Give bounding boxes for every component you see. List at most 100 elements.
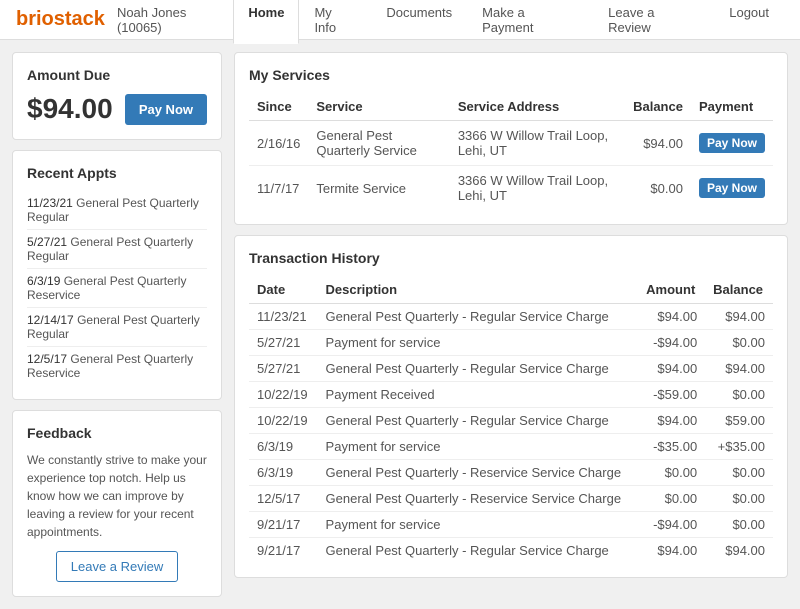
services-cell-payment: Pay Now — [691, 121, 773, 166]
tx-row: 9/21/17 General Pest Quarterly - Regular… — [249, 538, 773, 564]
tx-row: 12/5/17 General Pest Quarterly - Reservi… — [249, 486, 773, 512]
tx-cell-balance: +$35.00 — [705, 434, 773, 460]
tx-cell-balance: $59.00 — [705, 408, 773, 434]
services-col-payment: Payment — [691, 93, 773, 121]
amount-due-title: Amount Due — [27, 67, 207, 83]
tx-col-balance: Balance — [705, 276, 773, 304]
tx-row: 10/22/19 General Pest Quarterly - Regula… — [249, 408, 773, 434]
tx-cell-date: 5/27/21 — [249, 330, 318, 356]
tx-cell-amount: -$94.00 — [638, 512, 705, 538]
logo: briostack — [16, 8, 105, 31]
services-header-row: Since Service Service Address Balance Pa… — [249, 93, 773, 121]
appt-item: 12/5/17 General Pest Quarterly Reservice — [27, 347, 207, 385]
tx-cell-date: 12/5/17 — [249, 486, 318, 512]
tx-cell-amount: $94.00 — [638, 538, 705, 564]
appt-date: 6/3/19 — [27, 274, 60, 288]
nav-item-make-a-payment[interactable]: Make a Payment — [467, 0, 593, 44]
tx-cell-amount: $94.00 — [638, 356, 705, 382]
my-services-card: My Services Since Service Service Addres… — [234, 52, 788, 225]
tx-cell-amount: -$94.00 — [638, 330, 705, 356]
tx-row: 6/3/19 General Pest Quarterly - Reservic… — [249, 460, 773, 486]
tx-cell-balance: $94.00 — [705, 304, 773, 330]
services-cell-since: 2/16/16 — [249, 121, 308, 166]
tx-cell-amount: $94.00 — [638, 304, 705, 330]
appt-item: 12/14/17 General Pest Quarterly Regular — [27, 308, 207, 347]
appt-date: 5/27/21 — [27, 235, 67, 249]
nav: HomeMy InfoDocumentsMake a PaymentLeave … — [233, 0, 784, 44]
header: briostack Noah Jones (10065) HomeMy Info… — [0, 0, 800, 40]
services-cell-service: General Pest Quarterly Service — [308, 121, 449, 166]
tx-cell-description: General Pest Quarterly - Reservice Servi… — [318, 460, 639, 486]
appt-item: 5/27/21 General Pest Quarterly Regular — [27, 230, 207, 269]
tx-cell-date: 10/22/19 — [249, 382, 318, 408]
services-cell-address: 3366 W Willow Trail Loop, Lehi, UT — [450, 121, 625, 166]
services-cell-since: 11/7/17 — [249, 166, 308, 211]
tx-cell-date: 9/21/17 — [249, 538, 318, 564]
main-content: Amount Due $94.00 Pay Now Recent Appts 1… — [0, 40, 800, 609]
my-services-title: My Services — [249, 67, 773, 83]
recent-appts-title: Recent Appts — [27, 165, 207, 181]
tx-cell-balance: $0.00 — [705, 330, 773, 356]
tx-col-amount: Amount — [638, 276, 705, 304]
tx-row: 5/27/21 Payment for service -$94.00 $0.0… — [249, 330, 773, 356]
tx-row: 11/23/21 General Pest Quarterly - Regula… — [249, 304, 773, 330]
tx-cell-date: 6/3/19 — [249, 460, 318, 486]
leave-review-button[interactable]: Leave a Review — [56, 551, 179, 582]
tx-cell-date: 5/27/21 — [249, 356, 318, 382]
services-col-service: Service — [308, 93, 449, 121]
tx-cell-balance: $0.00 — [705, 486, 773, 512]
feedback-title: Feedback — [27, 425, 207, 441]
services-cell-service: Termite Service — [308, 166, 449, 211]
tx-cell-amount: $0.00 — [638, 486, 705, 512]
left-panel: Amount Due $94.00 Pay Now Recent Appts 1… — [12, 52, 222, 597]
transaction-history-card: Transaction History Date Description Amo… — [234, 235, 788, 578]
nav-item-logout[interactable]: Logout — [714, 0, 784, 44]
tx-cell-date: 6/3/19 — [249, 434, 318, 460]
nav-item-leave-a-review[interactable]: Leave a Review — [593, 0, 714, 44]
right-panel: My Services Since Service Service Addres… — [234, 52, 788, 597]
tx-cell-description: General Pest Quarterly - Regular Service… — [318, 356, 639, 382]
services-cell-address: 3366 W Willow Trail Loop, Lehi, UT — [450, 166, 625, 211]
tx-tbody: 11/23/21 General Pest Quarterly - Regula… — [249, 304, 773, 564]
tx-cell-description: Payment for service — [318, 512, 639, 538]
services-cell-balance: $0.00 — [625, 166, 691, 211]
tx-header-row: Date Description Amount Balance — [249, 276, 773, 304]
services-cell-balance: $94.00 — [625, 121, 691, 166]
services-pay-button[interactable]: Pay Now — [699, 178, 765, 198]
services-row: 2/16/16 General Pest Quarterly Service 3… — [249, 121, 773, 166]
appt-date: 12/5/17 — [27, 352, 67, 366]
appts-list: 11/23/21 General Pest Quarterly Regular5… — [27, 191, 207, 385]
tx-cell-date: 9/21/17 — [249, 512, 318, 538]
nav-item-documents[interactable]: Documents — [371, 0, 467, 44]
services-col-balance: Balance — [625, 93, 691, 121]
transaction-history-title: Transaction History — [249, 250, 773, 266]
appt-item: 11/23/21 General Pest Quarterly Regular — [27, 191, 207, 230]
pay-now-button[interactable]: Pay Now — [125, 94, 207, 125]
tx-cell-description: General Pest Quarterly - Reservice Servi… — [318, 486, 639, 512]
tx-cell-balance: $94.00 — [705, 538, 773, 564]
nav-item-my-info[interactable]: My Info — [299, 0, 371, 44]
transaction-table: Date Description Amount Balance 11/23/21… — [249, 276, 773, 563]
tx-cell-amount: $0.00 — [638, 460, 705, 486]
tx-cell-date: 10/22/19 — [249, 408, 318, 434]
amount-due-card: Amount Due $94.00 Pay Now — [12, 52, 222, 140]
services-tbody: 2/16/16 General Pest Quarterly Service 3… — [249, 121, 773, 211]
services-col-since: Since — [249, 93, 308, 121]
tx-cell-balance: $0.00 — [705, 460, 773, 486]
tx-col-date: Date — [249, 276, 318, 304]
tx-cell-balance: $0.00 — [705, 512, 773, 538]
tx-col-description: Description — [318, 276, 639, 304]
appt-date: 11/23/21 — [27, 196, 73, 210]
tx-row: 5/27/21 General Pest Quarterly - Regular… — [249, 356, 773, 382]
tx-row: 10/22/19 Payment Received -$59.00 $0.00 — [249, 382, 773, 408]
tx-cell-amount: $94.00 — [638, 408, 705, 434]
services-pay-button[interactable]: Pay Now — [699, 133, 765, 153]
tx-cell-balance: $94.00 — [705, 356, 773, 382]
header-left: briostack Noah Jones (10065) — [16, 5, 233, 35]
services-cell-payment: Pay Now — [691, 166, 773, 211]
services-col-address: Service Address — [450, 93, 625, 121]
amount-due-row: $94.00 Pay Now — [27, 93, 207, 125]
nav-item-home[interactable]: Home — [233, 0, 299, 44]
tx-row: 6/3/19 Payment for service -$35.00 +$35.… — [249, 434, 773, 460]
services-row: 11/7/17 Termite Service 3366 W Willow Tr… — [249, 166, 773, 211]
